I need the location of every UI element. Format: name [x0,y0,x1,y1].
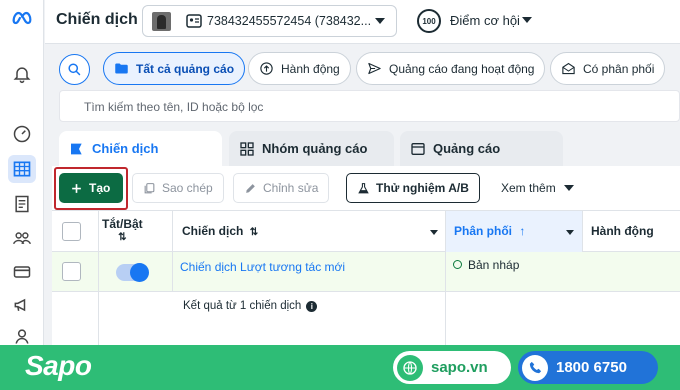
toolbar: Tạo Sao chép Chỉnh sửa Thử nghiệm A/B Xe… [52,166,680,210]
column-divider [445,252,446,292]
mail-icon [562,62,575,75]
ad-account-selector[interactable]: 738432455572454 (738432... [142,5,397,37]
opportunity-score-label[interactable]: Điểm cơ hội [450,13,520,28]
search-toggle-button[interactable] [59,54,90,85]
sort-icon: ⇅ [249,227,259,238]
sapo-logo: Sapo [25,350,92,381]
duplicate-label: Sao chép [162,181,213,195]
campaign-on-off-toggle[interactable] [116,263,149,282]
sapo-banner: Sapo sapo.vn 1800 6750 [0,345,680,390]
campaigns-table-icon[interactable] [8,155,36,183]
plus-icon [72,183,81,193]
more-label: Xem thêm [501,181,556,195]
chip-label: Quảng cáo đang hoạt động [389,61,535,76]
column-menu-icon[interactable] [430,230,438,235]
header-toggle[interactable]: Tắt/Bật ⇅ [102,217,143,245]
results-summary-label: Kết quả từ 1 chiến dịch [183,300,302,312]
duplicate-button[interactable]: Sao chép [132,173,224,203]
table-row[interactable]: Chiến dịch Lượt tương tác mới Bản nháp [52,252,680,292]
create-label: Tạo [89,181,111,195]
campaigns-table: Tắt/Bật ⇅ Chiến dịch ⇅ Phân phối ↑ Hành … [52,210,680,346]
ab-test-button[interactable]: Thử nghiệm A/B [346,173,480,203]
folder-icon [115,63,128,74]
select-all-checkbox[interactable] [62,222,81,241]
create-button[interactable]: Tạo [59,173,123,203]
chip-label: Hành động [281,61,340,76]
meta-logo-icon[interactable] [8,4,36,32]
sort-ascending-icon: ↑ [519,224,526,238]
chip-active-ads[interactable]: Quảng cáo đang hoạt động [356,52,546,85]
search-placeholder: Tìm kiếm theo tên, ID hoặc bộ lọc [84,100,264,114]
tab-label: Nhóm quảng cáo [262,141,368,156]
phone-icon [522,354,548,381]
campaign-icon [71,143,82,154]
ab-test-label: Thử nghiệm A/B [376,181,469,195]
header-action-label: Hành động [591,224,654,238]
ad-account-id: 738432455572454 (738432... [207,14,372,28]
more-button[interactable]: Xem thêm [493,173,582,203]
chevron-down-icon[interactable] [522,17,532,23]
hotline-text: 1800 6750 [556,359,627,376]
chip-actions[interactable]: Hành động [248,52,351,85]
header-delivery[interactable]: Phân phối ↑ [454,224,525,238]
chip-label: Tất cả quảng cáo [136,61,235,76]
opportunity-score-badge[interactable]: 100 [417,9,441,33]
info-icon[interactable]: i [306,300,318,312]
website-text: sapo.vn [431,359,488,376]
delivery-status: Bản nháp [468,258,520,272]
header-campaign-label: Chiến dịch [182,224,244,238]
pages-icon[interactable] [8,190,36,218]
search-icon [68,63,81,76]
sort-icon: ⇅ [118,232,127,243]
results-summary: Kết quả từ 1 chiến dịch i [183,300,318,312]
website-pill[interactable]: sapo.vn [393,351,511,384]
column-divider [98,252,99,292]
pointer-icon [260,62,273,75]
column-divider [582,211,583,252]
header-delivery-label: Phân phối [454,224,512,238]
search-input[interactable]: Tìm kiếm theo tên, ID hoặc bộ lọc [59,90,680,122]
chip-all-ads[interactable]: Tất cả quảng cáo [103,52,246,85]
send-icon [368,62,381,75]
table-header: Tắt/Bật ⇅ Chiến dịch ⇅ Phân phối ↑ Hành … [52,211,680,252]
chip-with-delivery[interactable]: Có phân phối [550,52,666,85]
tab-ad-sets[interactable]: Nhóm quảng cáo [229,131,394,166]
duplicate-icon [144,182,155,193]
row-checkbox[interactable] [62,262,81,281]
toggle-knob [130,263,149,282]
tab-campaigns[interactable]: Chiến dịch [59,131,222,166]
account-avatar [152,12,171,31]
globe-icon [397,354,423,381]
adset-grid-icon [240,141,254,156]
header-toggle-label: Tắt/Bật [102,217,143,231]
pencil-icon [246,183,255,193]
hotline-pill[interactable]: 1800 6750 [518,351,658,384]
page-title: Chiến dịch [56,11,138,28]
status-dot-icon [453,260,462,269]
edit-label: Chỉnh sửa [263,181,319,195]
ad-window-icon [411,142,425,155]
campaign-name-link[interactable]: Chiến dịch Lượt tương tác mới [180,260,345,274]
chevron-down-icon [375,18,385,24]
audience-icon[interactable] [8,224,36,252]
tab-label: Quảng cáo [433,141,501,156]
chevron-down-icon [563,185,574,191]
column-divider [172,252,173,292]
edit-button[interactable]: Chỉnh sửa [233,173,330,203]
left-nav-rail [0,0,44,345]
megaphone-icon[interactable] [8,291,36,319]
column-menu-icon[interactable] [566,230,574,235]
header-action[interactable]: Hành động [591,224,654,238]
tab-ads[interactable]: Quảng cáo [400,131,563,166]
header-campaign[interactable]: Chiến dịch ⇅ [182,224,258,238]
chip-label: Có phân phối [583,61,655,76]
top-bar: Chiến dịch 738432455572454 (738432... 10… [45,0,680,44]
bell-icon[interactable] [8,60,36,88]
ad-account-icon [186,14,202,28]
flask-icon [358,182,369,193]
gauge-icon[interactable] [8,120,36,148]
tab-label: Chiến dịch [92,141,159,156]
billing-card-icon[interactable] [8,258,36,286]
